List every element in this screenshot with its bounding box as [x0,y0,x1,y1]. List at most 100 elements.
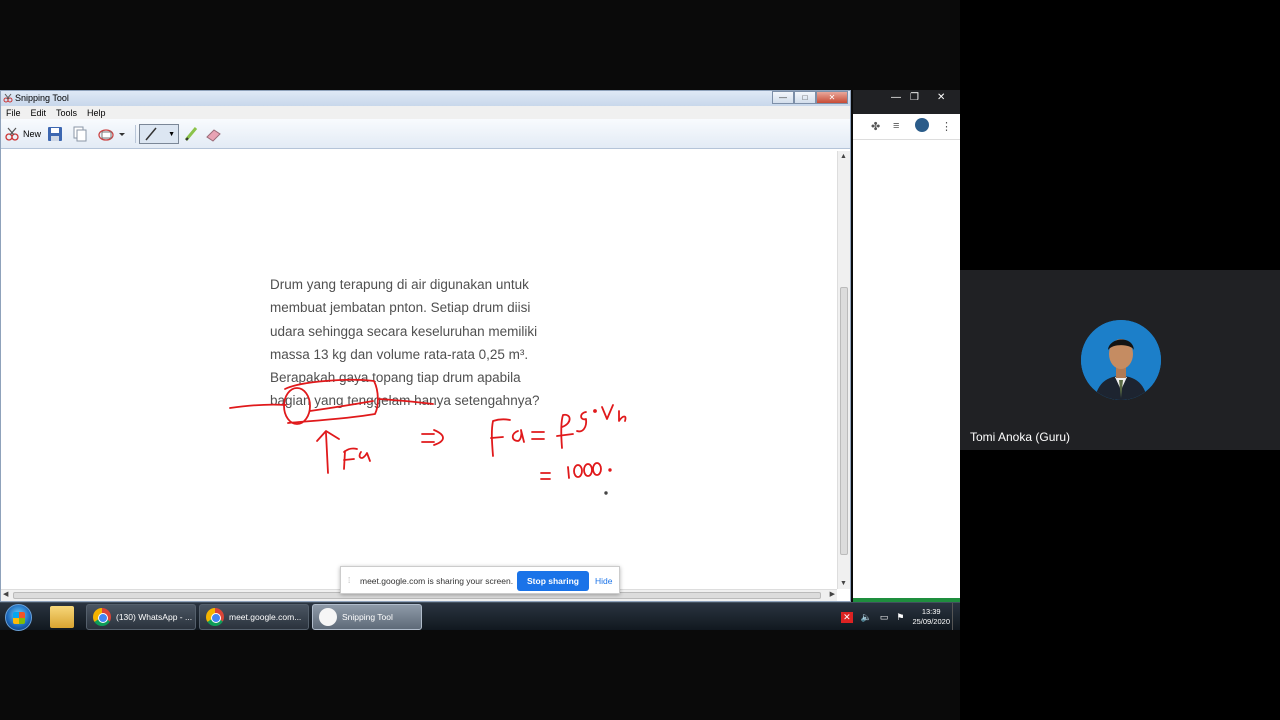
hide-button[interactable]: Hide [595,576,612,586]
chrome-window: — ❐ ✕ ✤ ≡ ⋮ [853,90,960,602]
taskbar-item-label: (130) WhatsApp - ... [116,612,193,622]
start-button[interactable] [5,604,32,631]
send-snip-button[interactable] [97,124,125,144]
antivirus-icon[interactable]: ✕ [841,611,853,623]
clock[interactable]: 13:39 25/09/2020 [912,607,950,627]
save-icon [48,127,62,141]
value-digit [573,464,583,478]
share-message: meet.google.com is sharing your screen. [360,576,514,586]
shared-screen: Snipping Tool — □ ✕ File Edit Tools Help [0,0,960,720]
minimize-button[interactable]: — [772,91,794,104]
highlighter-icon [184,127,198,141]
person-photo [1081,320,1161,400]
snipping-tool-titlebar[interactable]: Snipping Tool — □ ✕ [1,91,850,106]
scroll-up-icon[interactable]: ▲ [840,153,847,160]
formula-F [490,418,511,457]
scroll-right-icon[interactable]: ▶ [830,590,835,598]
vertical-scrollbar[interactable]: ▲ ▼ [837,151,850,589]
more-menu-icon[interactable]: ⋮ [941,120,952,133]
value-digit [583,463,593,477]
formula-a [511,429,525,443]
maximize-button[interactable]: □ [794,91,816,104]
taskbar-item-label: Snipping Tool [342,612,393,622]
clock-time: 13:39 [921,607,941,616]
new-snip-button[interactable]: New [4,124,41,144]
scissors-icon [3,93,13,103]
menu-file[interactable]: File [6,108,21,118]
chrome-icon [93,608,111,626]
clock-date: 25/09/2020 [912,617,950,626]
menu-edit[interactable]: Edit [31,108,47,118]
copy-button[interactable] [72,124,88,144]
action-center-flag-icon[interactable]: ⚑ [896,612,904,623]
drum-waterline [309,400,374,412]
taskbar-item-label: meet.google.com... [229,612,302,622]
implies-arrow-ink [421,429,444,446]
menu-tools[interactable]: Tools [56,108,77,118]
taskbar-item-snipping-tool[interactable]: Snipping Tool [312,604,422,630]
close-button[interactable]: ✕ [937,92,945,103]
participant-name: Tomi Anoka (Guru) [970,430,1071,444]
taskbar: (130) WhatsApp - ... meet.google.com... … [0,602,960,631]
scroll-down-icon[interactable]: ▼ [840,580,847,587]
snipping-tool-window: Snipping Tool — □ ✕ File Edit Tools Help [0,90,851,602]
taskbar-item-whatsapp[interactable]: (130) WhatsApp - ... [86,604,196,630]
toolbar: New ▼ [1,119,850,149]
formula-dot [593,409,597,413]
menu-bar: File Edit Tools Help [1,106,850,119]
stop-sharing-button[interactable]: Stop sharing [517,571,589,591]
new-snip-icon [5,127,19,141]
volume-icon[interactable]: 🔈 [861,612,872,623]
email-icon [98,129,125,141]
restore-button[interactable]: ❐ [910,92,919,103]
formula-V [601,404,614,420]
window-title: Snipping Tool [15,93,69,103]
screen-share-bar: ⁞ meet.google.com is sharing your screen… [340,566,620,594]
scissors-icon [319,608,337,626]
force-label-ink [343,447,371,470]
network-icon[interactable]: ▭ [880,612,889,623]
participant-tile[interactable]: Tomi Anoka (Guru) [960,270,1280,450]
pen-tool-button[interactable]: ▼ [139,124,179,144]
profile-avatar[interactable] [915,118,929,132]
eraser-button[interactable] [205,124,223,144]
file-explorer-icon[interactable] [50,606,74,628]
drum-end [283,387,311,425]
force-arrow-head [316,430,340,442]
extensions-icon[interactable]: ✤ [871,120,880,133]
highlighter-button[interactable] [184,124,198,144]
formula-g [576,411,588,433]
windows-logo-icon [13,612,25,624]
formula-equals [531,431,545,440]
save-button[interactable] [47,124,63,144]
formula-rho [560,413,571,449]
close-button[interactable]: ✕ [816,91,848,104]
chrome-titlebar: — ❐ ✕ [853,90,960,114]
water-line-left [229,403,287,409]
water-line-right [378,398,434,405]
copy-icon [73,126,87,142]
formula-b [618,410,627,422]
chrome-icon [206,608,224,626]
snip-canvas[interactable]: Drum yang terapung di air digunakan untu… [1,151,837,589]
minimize-button[interactable]: — [891,92,901,103]
taskbar-item-meet[interactable]: meet.google.com... [199,604,309,630]
scroll-left-icon[interactable]: ◀ [3,590,8,598]
system-tray: ✕ 🔈 ▭ ⚑ 13:39 25/09/2020 [841,606,950,628]
drag-handle-icon[interactable]: ⁞ [348,576,350,585]
formula-rho-bar [556,433,574,437]
chrome-toolbar: ✤ ≡ ⋮ [853,114,960,140]
scroll-thumb[interactable] [840,287,848,555]
eraser-icon [206,129,221,142]
meet-window: Snipping Tool — □ ✕ File Edit Tools Help [0,0,1280,720]
stray-dot [604,491,608,495]
handwritten-annotation [229,378,627,495]
menu-help[interactable]: Help [87,108,106,118]
show-desktop-button[interactable] [952,603,960,630]
value-dot [608,468,612,472]
new-label: New [23,129,42,139]
avatar [1081,320,1161,400]
value-digit [592,462,602,476]
media-controls-icon[interactable]: ≡ [893,120,899,132]
chevron-down-icon: ▼ [168,130,175,138]
